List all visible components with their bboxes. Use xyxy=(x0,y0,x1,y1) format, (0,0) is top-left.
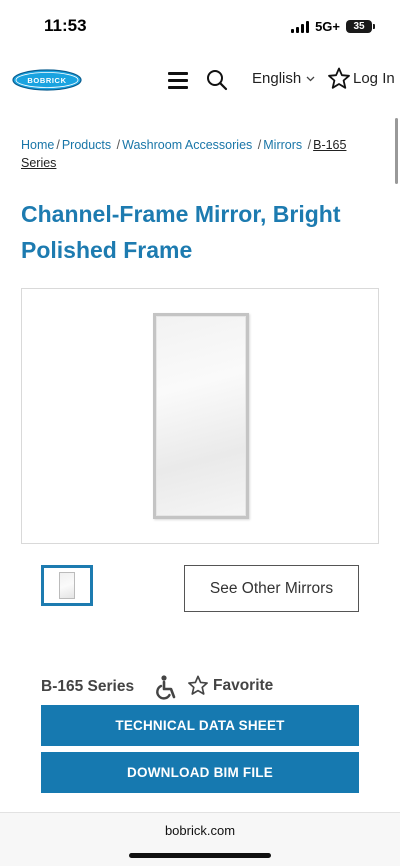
page-title: Channel-Frame Mirror, Bright Polished Fr… xyxy=(21,201,341,263)
breadcrumb-separator: / xyxy=(307,138,312,152)
signal-icon xyxy=(291,20,310,33)
status-time: 11:53 xyxy=(44,16,87,35)
home-indicator[interactable] xyxy=(129,853,271,858)
star-icon xyxy=(328,67,350,89)
network-type: 5G+ xyxy=(315,19,340,34)
breadcrumb-products[interactable]: Products xyxy=(62,138,111,152)
status-bar: 11:53 5G+ 35 xyxy=(0,0,400,52)
breadcrumb-separator: / xyxy=(56,138,60,152)
favorite-label: Favorite xyxy=(213,676,274,694)
breadcrumb-mirrors[interactable]: Mirrors xyxy=(263,138,302,152)
accessibility-icon xyxy=(156,675,176,700)
breadcrumb: Home / Products / Washroom Accessories / Mir… xyxy=(21,136,361,172)
breadcrumb-separator: / xyxy=(116,138,121,152)
battery-level: 35 xyxy=(353,21,365,32)
status-indicators: 5G+ 35 xyxy=(291,19,375,34)
breadcrumb-home[interactable]: Home xyxy=(21,138,54,152)
series-label: B-165 Series xyxy=(41,678,135,695)
bobrick-logo[interactable]: BOBRICK xyxy=(12,69,82,91)
language-selector[interactable]: English xyxy=(252,70,315,87)
download-bim-file-button[interactable]: DOWNLOAD BIM FILE xyxy=(41,752,359,793)
url-domain[interactable]: bobrick.com xyxy=(0,823,400,838)
favorite-button[interactable]: Favorite xyxy=(187,675,273,696)
breadcrumb-washroom-accessories[interactable]: Washroom Accessories xyxy=(122,138,252,152)
series-row: B-165 Series Favorite xyxy=(41,674,361,702)
star-icon xyxy=(188,675,208,695)
see-other-mirrors-button[interactable]: See Other Mirrors xyxy=(184,565,359,612)
browser-address-bar[interactable]: bobrick.com xyxy=(0,813,400,866)
page-scrollbar[interactable] xyxy=(395,118,398,184)
hamburger-menu-icon[interactable] xyxy=(167,69,189,91)
logo-text: BOBRICK xyxy=(27,76,66,85)
product-thumbnail[interactable] xyxy=(41,565,93,606)
chevron-down-icon xyxy=(306,76,315,81)
mirror-image xyxy=(153,313,249,519)
product-image[interactable] xyxy=(21,288,379,544)
site-header: BOBRICK English Log In xyxy=(0,52,400,108)
login-link[interactable]: Log In xyxy=(327,67,395,90)
thumbnail-mirror-image xyxy=(59,572,75,599)
breadcrumb-separator: / xyxy=(257,138,262,152)
login-label: Log In xyxy=(353,70,395,87)
battery-icon: 35 xyxy=(346,20,375,33)
search-icon[interactable] xyxy=(205,68,229,92)
language-label: English xyxy=(252,70,302,87)
technical-data-sheet-button[interactable]: TECHNICAL DATA SHEET xyxy=(41,705,359,746)
